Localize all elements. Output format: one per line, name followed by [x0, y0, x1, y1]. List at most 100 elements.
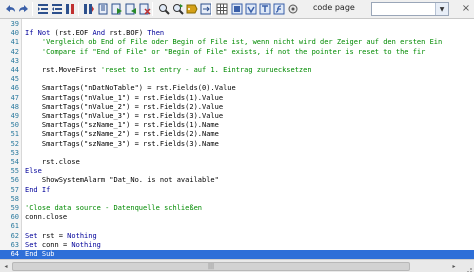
outdent-button[interactable] [50, 2, 64, 16]
code-page-label: code page [313, 3, 355, 12]
settings-button[interactable] [286, 2, 300, 16]
code-text: 'Close data source - Datenquelle schließ… [25, 204, 203, 212]
resize-grip-icon[interactable] [462, 261, 473, 272]
line-number: 42 [10, 47, 19, 56]
scrollbar-grip-icon: ||| [207, 263, 215, 270]
line-number: 58 [10, 194, 19, 203]
replace-button[interactable] [185, 2, 199, 16]
bookmark-clear-icon [139, 3, 151, 15]
code-line[interactable]: 44 rst.MoveFirst 'reset to 1st entry - a… [0, 66, 474, 75]
line-number: 63 [10, 240, 19, 249]
code-text: SmartTags("nValue_2") = rst.Fields(2).Va… [25, 102, 224, 111]
line-number: 40 [10, 29, 19, 38]
code-text: SmartTags("szName_1") = rst.Fields(1).Na… [25, 121, 219, 130]
code-line[interactable]: 49 SmartTags("nValue_3") = rst.Fields(3)… [0, 112, 474, 121]
tag-button[interactable] [258, 2, 272, 16]
code-text: ShowSystemAlarm "Dat_No. is not availabl… [25, 176, 219, 185]
uncomment-icon [84, 4, 94, 14]
line-number: 61 [10, 222, 19, 231]
undo-button[interactable] [3, 2, 17, 16]
line-number: 41 [10, 38, 19, 47]
uncomment-button[interactable] [82, 2, 96, 16]
object-browser-button[interactable] [230, 2, 244, 16]
line-number: 39 [10, 20, 19, 28]
redo-button[interactable] [17, 2, 31, 16]
chevron-down-icon[interactable]: ▼ [435, 3, 448, 15]
code-line[interactable]: 59 'Close data source - Datenquelle schli… [0, 204, 474, 213]
variable-icon [245, 3, 257, 15]
code-text: rst.MoveFirst 'reset to 1st entry - auf … [25, 66, 312, 74]
find-next-button[interactable] [171, 2, 185, 16]
code-line[interactable]: 46 SmartTags("nDatNoTable") = rst.Fields… [0, 84, 474, 93]
line-number: 55 [10, 167, 19, 176]
code-line[interactable]: 39 [0, 20, 474, 29]
bookmark-toggle-icon [98, 3, 108, 15]
find-icon [159, 4, 170, 15]
code-editor[interactable]: 39 40 If Not (rst.EOF And rst.BOF) Then 41 … [0, 19, 474, 259]
horizontal-scrollbar[interactable]: ◂ ||| ▸ [0, 259, 474, 272]
code-text: SmartTags("nValue_1") = rst.Fields(1).Va… [25, 93, 224, 102]
code-line[interactable]: 64 End Sub [0, 250, 474, 259]
replace-icon [186, 4, 198, 14]
code-line[interactable]: 61 [0, 222, 474, 231]
scroll-right-arrow[interactable]: ▸ [448, 261, 460, 272]
indent-button[interactable] [36, 2, 50, 16]
close-button[interactable]: × [460, 2, 472, 14]
outdent-icon [52, 4, 62, 14]
scroll-left-arrow[interactable]: ◂ [0, 261, 12, 272]
code-line[interactable]: 53 [0, 149, 474, 158]
line-number: 48 [10, 102, 19, 111]
code-text: rst.close [25, 158, 80, 166]
bookmark-prev-button[interactable] [124, 2, 138, 16]
code-line[interactable]: 40 If Not (rst.EOF And rst.BOF) Then [0, 29, 474, 38]
bookmark-clear-button[interactable] [138, 2, 152, 16]
code-page-select[interactable]: ▼ [371, 2, 449, 16]
code-text: Set conn = Nothing [25, 240, 101, 249]
line-number: 60 [10, 213, 19, 222]
line-number: 54 [10, 158, 19, 166]
settings-icon [288, 4, 298, 14]
comment-button[interactable] [64, 2, 78, 16]
grid-button[interactable] [215, 2, 229, 16]
code-line[interactable]: 41 'Vergleich ob End of File oder Begin … [0, 38, 474, 47]
code-line[interactable]: 63 Set conn = Nothing [0, 241, 474, 250]
code-line[interactable]: 43 [0, 57, 474, 66]
code-line[interactable]: 45 [0, 75, 474, 84]
scrollbar-thumb[interactable]: ||| [12, 262, 410, 271]
code-line[interactable]: 51 SmartTags("szName_2") = rst.Fields(2)… [0, 130, 474, 139]
code-line[interactable]: 50 SmartTags("szName_1") = rst.Fields(1)… [0, 121, 474, 130]
indent-icon [38, 4, 48, 14]
code-line[interactable]: 54 rst.close [0, 158, 474, 167]
toolbar-separator [152, 2, 153, 16]
code-text: End Sub [25, 250, 55, 258]
variable-button[interactable] [244, 2, 258, 16]
code-line[interactable]: 56 ShowSystemAlarm "Dat_No. is not avail… [0, 176, 474, 185]
toolbar-separator [211, 2, 212, 16]
code-line[interactable]: 57 End If [0, 186, 474, 195]
code-text: Set rst = Nothing [25, 231, 97, 240]
grid-icon [216, 3, 228, 15]
code-line[interactable]: 62 Set rst = Nothing [0, 232, 474, 241]
line-number: 50 [10, 121, 19, 130]
object-browser-icon [231, 3, 243, 15]
find-button[interactable] [157, 2, 171, 16]
line-number: 43 [10, 56, 19, 65]
function-button[interactable] [272, 2, 286, 16]
line-number: 57 [10, 185, 19, 194]
code-line[interactable]: 60 conn.close [0, 213, 474, 222]
code-line[interactable]: 55 Else [0, 167, 474, 176]
toolbar-separator [78, 2, 79, 16]
line-number: 45 [10, 75, 19, 84]
code-line[interactable]: 52 SmartTags("szName_3") = rst.Fields(3)… [0, 140, 474, 149]
code-line[interactable]: 48 SmartTags("nValue_2") = rst.Fields(2)… [0, 103, 474, 112]
line-number: 46 [10, 84, 19, 93]
bookmark-toggle-button[interactable] [96, 2, 110, 16]
code-text: SmartTags("nValue_3") = rst.Fields(3).Va… [25, 112, 224, 120]
redo-icon [19, 5, 28, 12]
code-text: If Not (rst.EOF And rst.BOF) Then [25, 29, 165, 38]
code-text: SmartTags("szName_3") = rst.Fields(3).Na… [25, 139, 219, 148]
code-line[interactable]: 42 'Compare if "End of File" or "Begin o… [0, 48, 474, 57]
code-line[interactable]: 47 SmartTags("nValue_1") = rst.Fields(1)… [0, 94, 474, 103]
code-line[interactable]: 58 [0, 195, 474, 204]
bookmark-next-button[interactable] [110, 2, 124, 16]
